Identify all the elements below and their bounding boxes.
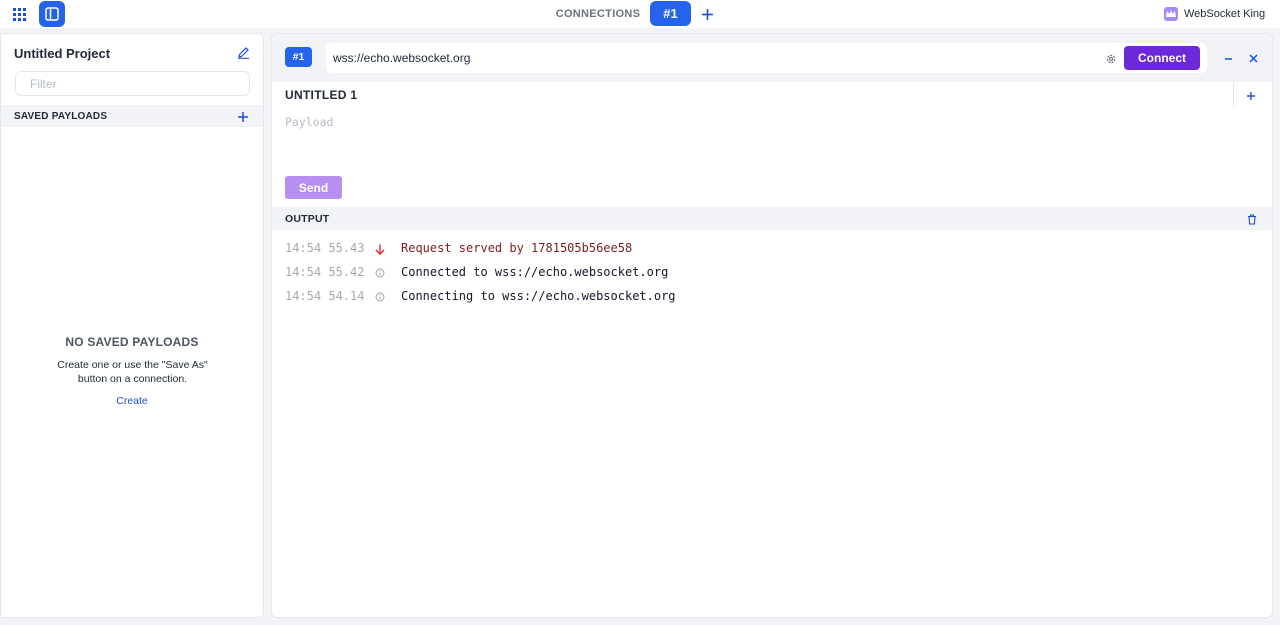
url-input[interactable]: [326, 43, 1207, 73]
log-message: Connecting to wss://echo.websocket.org: [401, 289, 676, 303]
connect-button[interactable]: Connect: [1124, 46, 1200, 70]
close-icon: [1248, 53, 1258, 63]
brand[interactable]: WebSocket King: [1164, 6, 1265, 22]
log-timestamp: 14:54 55.42: [285, 265, 365, 279]
output-header: OUTPUT: [272, 207, 1272, 230]
plus-icon: [1247, 92, 1255, 100]
brand-name: WebSocket King: [1184, 8, 1266, 20]
gear-icon: [1106, 54, 1116, 64]
edit-project-button[interactable]: [237, 46, 253, 62]
add-payload-tab-button[interactable]: [1246, 88, 1260, 102]
divider: [1233, 82, 1234, 106]
create-payload-link[interactable]: Create: [1, 395, 263, 407]
log-entry: 14:54 55.43 Request served by 1781505b56…: [285, 241, 1085, 261]
add-payload-button[interactable]: [238, 109, 252, 123]
pencil-icon: [238, 47, 249, 59]
saved-payloads-label: SAVED PAYLOADS: [14, 111, 108, 122]
output-label: OUTPUT: [285, 213, 330, 225]
payload-title[interactable]: UNTITLED 1: [285, 88, 357, 102]
url-bar: #1 Connect: [272, 34, 1272, 82]
log-entry: 14:54 55.42 Connected to wss://echo.webs…: [285, 265, 1085, 285]
add-connection-button[interactable]: [697, 4, 717, 24]
info-circle-icon: [373, 290, 387, 304]
sidebar-panel-icon: [45, 7, 59, 21]
connection-settings-button[interactable]: [1105, 52, 1118, 65]
arrow-down-icon: [373, 242, 387, 256]
minus-icon: [1224, 57, 1232, 60]
log-message: Request served by 1781505b56ee58: [401, 241, 633, 255]
sidebar: Untitled Project SAVED PAYLOADS NO SAVED…: [0, 33, 264, 618]
toggle-sidebar-button[interactable]: [39, 1, 65, 27]
log-timestamp: 14:54 54.14: [285, 289, 365, 303]
send-button[interactable]: Send: [285, 176, 342, 199]
saved-payloads-header: SAVED PAYLOADS: [1, 105, 263, 127]
connection-panel: #1 Connect UNTITLED 1 Send: [271, 33, 1273, 618]
crown-logo-icon: [1164, 7, 1178, 21]
clear-output-button[interactable]: [1247, 212, 1259, 225]
log-message: Connected to wss://echo.websocket.org: [401, 265, 669, 279]
filter-input[interactable]: [15, 71, 250, 96]
payload-editor[interactable]: [282, 112, 1257, 172]
close-button[interactable]: [1245, 50, 1261, 66]
top-bar: CONNECTIONS #1 WebSocket King: [0, 0, 1280, 28]
log-timestamp: 14:54 55.43: [285, 241, 365, 255]
trash-icon: [1248, 214, 1256, 225]
minimize-button[interactable]: [1220, 50, 1236, 66]
tab-connections[interactable]: CONNECTIONS: [548, 0, 648, 28]
plus-icon: [238, 112, 248, 122]
apps-grid-icon[interactable]: [8, 4, 30, 24]
empty-state-description: Create one or use the "Save As" button o…: [57, 359, 208, 385]
info-circle-icon: [373, 266, 387, 280]
plus-icon: [701, 8, 713, 20]
empty-state-title: NO SAVED PAYLOADS: [65, 335, 199, 349]
log-entry: 14:54 54.14 Connecting to wss://echo.web…: [285, 289, 1085, 309]
tab-connection-1[interactable]: #1: [650, 1, 691, 26]
connection-badge: #1: [285, 47, 312, 67]
project-title: Untitled Project: [14, 46, 111, 61]
